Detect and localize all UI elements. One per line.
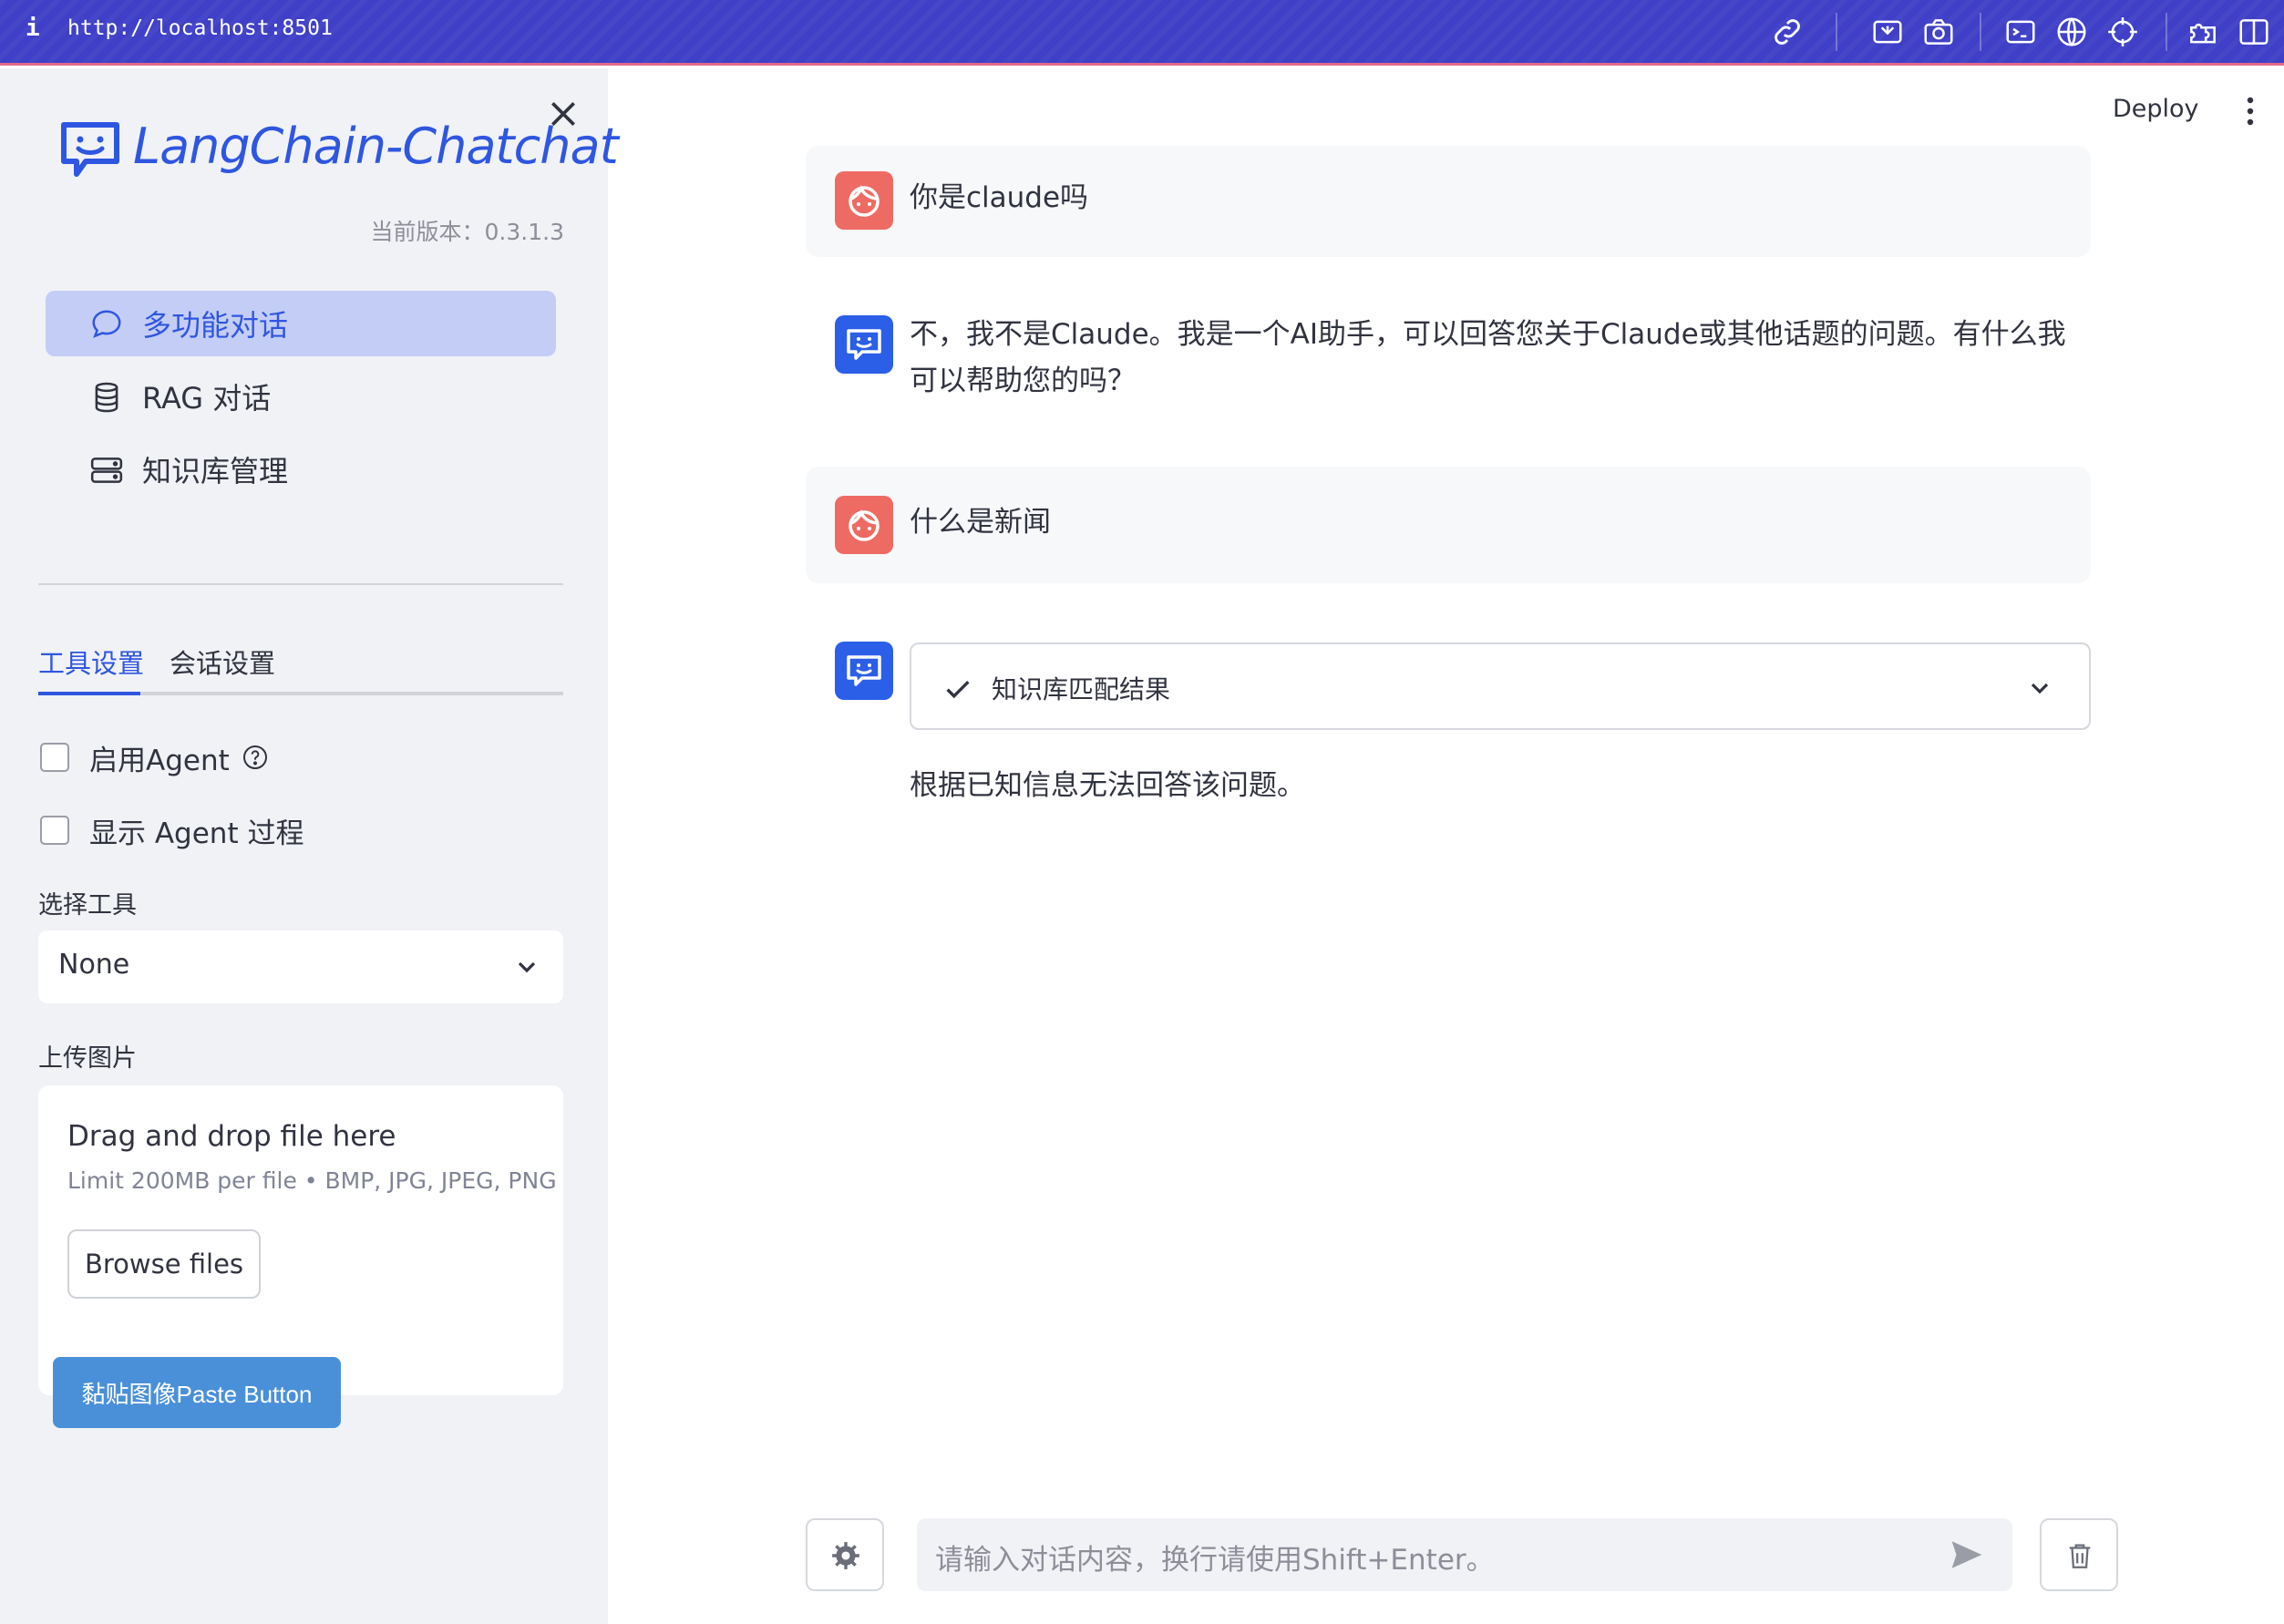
- address-bar-url[interactable]: http://localhost:8501: [67, 16, 333, 40]
- chat-bubble-icon: [89, 307, 124, 342]
- close-sidebar-icon[interactable]: [545, 96, 581, 132]
- crosshair-icon[interactable]: [2105, 15, 2140, 49]
- browse-files-button[interactable]: Browse files: [67, 1229, 261, 1299]
- app-logo: LangChain-Chatchat: [58, 114, 619, 187]
- assistant-avatar-icon: [835, 315, 893, 374]
- clear-history-button[interactable]: [2040, 1518, 2118, 1591]
- toolbar-separator: [2166, 13, 2167, 51]
- paste-image-button[interactable]: 黏贴图像Paste Button: [53, 1357, 341, 1428]
- nav-item-knowledge-base[interactable]: 知识库管理: [46, 437, 556, 502]
- browser-bar: i http://localhost:8501: [0, 0, 2284, 66]
- message-text-line-2: 可以帮助您的吗？: [910, 365, 1136, 397]
- user-avatar-icon: [835, 171, 893, 230]
- tab-session-settings[interactable]: 会话设置: [170, 642, 275, 681]
- trash-icon: [2069, 1544, 2091, 1568]
- chat-message-user: 你是claude吗: [806, 146, 2091, 257]
- user-avatar-icon: [835, 496, 893, 554]
- tab-tool-settings[interactable]: 工具设置: [38, 642, 144, 681]
- show-agent-process-label: 显示 Agent 过程: [89, 817, 304, 850]
- toolbar-separator: [1980, 13, 1981, 51]
- tool-select-value: None: [58, 949, 130, 981]
- terminal-icon[interactable]: [2003, 15, 2038, 49]
- knowledge-match-expander[interactable]: 知识库匹配结果: [910, 642, 2091, 730]
- dropzone-limit: Limit 200MB per file • BMP, JPG, JPEG, P…: [67, 1167, 557, 1194]
- nav-item-rag-chat[interactable]: RAG 对话: [46, 364, 556, 429]
- chat-message-assistant: 不，我不是Claude。我是一个AI助手，可以回答您关于Claude或其他话题的…: [806, 290, 2091, 427]
- message-text-line-1: 不，我不是Claude。我是一个AI助手，可以回答您关于Claude或其他话题的…: [910, 318, 2066, 351]
- main-menu-icon[interactable]: [2237, 95, 2264, 128]
- show-agent-process-row: 显示 Agent 过程: [40, 810, 304, 850]
- enable-agent-row: 启用Agent: [40, 737, 270, 777]
- deploy-button[interactable]: Deploy: [2113, 95, 2199, 123]
- nav-item-label: 知识库管理: [142, 454, 289, 488]
- message-text: 什么是新闻: [910, 506, 1051, 539]
- chat-message-user: 什么是新闻: [806, 467, 2091, 583]
- settings-tabs: 工具设置 会话设置: [38, 642, 563, 706]
- nav-item-multifunction-chat[interactable]: 多功能对话: [46, 291, 556, 356]
- link-icon[interactable]: [1770, 15, 1805, 49]
- chat-input[interactable]: 请输入对话内容，换行请使用Shift+Enter。: [917, 1518, 2012, 1591]
- dropzone-title: Drag and drop file here: [67, 1120, 396, 1153]
- help-icon[interactable]: [241, 743, 270, 772]
- version-label: 当前版本：0.3.1.3: [370, 219, 564, 245]
- checkmark-icon: [942, 673, 973, 704]
- hdd-stack-icon: [89, 453, 124, 488]
- chat-logo-icon: [61, 122, 119, 177]
- chevron-down-icon: [2025, 673, 2054, 703]
- assistant-avatar-icon: [835, 642, 893, 700]
- enable-agent-label: 启用Agent: [89, 744, 230, 777]
- extensions-icon[interactable]: [2186, 15, 2220, 49]
- site-info-icon[interactable]: i: [26, 15, 40, 42]
- enable-agent-checkbox[interactable]: [40, 743, 69, 772]
- screencast-icon[interactable]: [1870, 15, 1905, 49]
- toolbar-separator: [1836, 13, 1837, 51]
- tool-select-label: 选择工具: [38, 891, 137, 920]
- show-agent-process-checkbox[interactable]: [40, 816, 69, 845]
- nav-item-label: 多功能对话: [142, 308, 289, 343]
- nav-item-label: RAG 对话: [142, 381, 272, 416]
- sidebar-divider: [38, 583, 563, 585]
- file-dropzone[interactable]: Drag and drop file here Limit 200MB per …: [38, 1085, 563, 1395]
- upload-image-label: 上传图片: [38, 1044, 137, 1073]
- assistant-answer-text: 根据已知信息无法回答该问题。: [910, 769, 1305, 802]
- globe-icon[interactable]: [2054, 15, 2089, 49]
- message-text: 你是claude吗: [910, 181, 1089, 214]
- chevron-down-icon: [512, 952, 541, 982]
- tool-select[interactable]: None: [38, 930, 563, 1003]
- chat-input-placeholder: 请输入对话内容，换行请使用Shift+Enter。: [935, 1544, 1495, 1577]
- active-tab-indicator: [38, 692, 140, 695]
- send-icon[interactable]: [1949, 1538, 1985, 1571]
- settings-button[interactable]: [806, 1518, 884, 1591]
- expander-label: 知识库匹配结果: [992, 674, 1171, 704]
- gear-icon: [832, 1542, 859, 1569]
- sidebar: LangChain-Chatchat 当前版本：0.3.1.3 多功能对话 RA…: [0, 68, 619, 1624]
- database-icon: [89, 380, 124, 415]
- sidebar-toggle-icon[interactable]: [2237, 15, 2271, 49]
- camera-icon[interactable]: [1921, 15, 1956, 49]
